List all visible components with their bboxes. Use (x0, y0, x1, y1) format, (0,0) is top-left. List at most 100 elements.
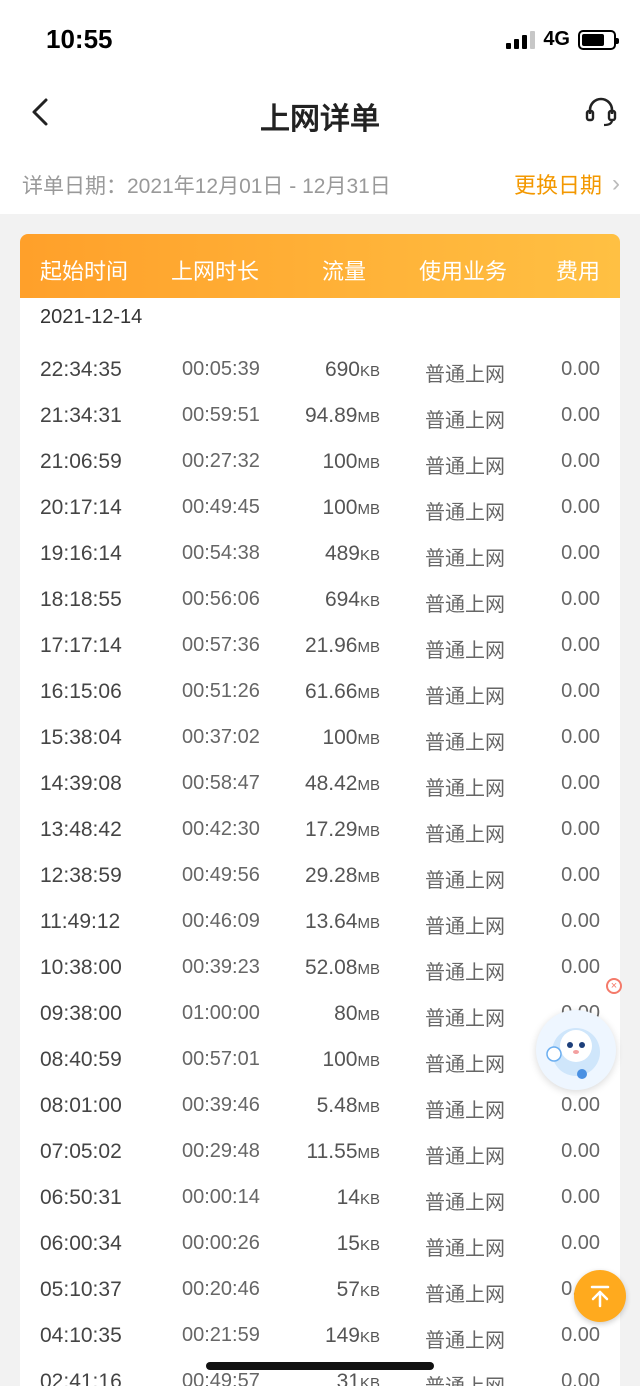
row-service: 普通上网 (425, 870, 505, 892)
table-row: 15:38:04 00:37:02 100MB 普通上网 0.00 (20, 726, 620, 772)
row-duration: 00:49:45 (182, 496, 260, 518)
row-flow-value: 61.66 (304, 680, 358, 703)
row-flow-value: 100 (322, 496, 358, 519)
battery-icon (578, 29, 619, 50)
table-row: 09:38:0001:00:0080MB普通上网0.00 (20, 1002, 620, 1048)
row-duration: 00:49:57 (182, 1370, 260, 1386)
row-flow: 5.48MB (317, 1094, 380, 1118)
row-start-time: 17:17:14 (40, 634, 122, 657)
chevron-right-icon: › (612, 170, 620, 197)
row-service: 普通上网 (425, 1054, 505, 1076)
row-duration: 00:21:59 (182, 1324, 260, 1346)
status-indicators: 4G (506, 28, 619, 51)
row-flow: 149KB (325, 1324, 380, 1348)
row-flow-value: 489 (324, 542, 360, 565)
row-flow-value: 149 (324, 1324, 360, 1347)
page-title: 上网详单 (260, 103, 380, 136)
arrow-up-icon (590, 1285, 610, 1308)
row-start-time: 10:38:00 (40, 956, 122, 979)
row-fee: 0.00 (561, 404, 600, 426)
row-fee: 0.00 (561, 1186, 600, 1208)
row-start-time: 18:18:55 (40, 588, 122, 611)
row-flow: 48.42MB (305, 772, 380, 796)
row-start-time: 04:10:35 (40, 1324, 122, 1347)
table-row: 14:39:08 00:58:47 48.42MB 普通上网 0.00 (20, 772, 620, 818)
customer-service-button[interactable] (584, 94, 618, 128)
row-flow-value: 11.55 (306, 1140, 358, 1163)
row-start-time: 06:50:31 (40, 1186, 122, 1209)
row-service: 普通上网 (425, 640, 505, 662)
row-duration: 00:27:32 (182, 450, 260, 472)
row-flow: 100MB (322, 496, 380, 520)
row-duration: 00:49:56 (182, 864, 260, 886)
row-service: 普通上网 (425, 824, 505, 846)
row-service: 普通上网 (425, 1192, 505, 1214)
row-flow-value: 690 (324, 358, 360, 381)
row-flow: 57KB (337, 1278, 380, 1302)
row-flow-value: 57 (336, 1278, 360, 1301)
row-fee: 0.00 (561, 496, 600, 518)
back-to-top-button[interactable] (574, 1270, 626, 1322)
row-start-time: 13:48:42 (40, 818, 122, 841)
row-fee: 0.00 (561, 588, 600, 610)
row-service: 普通上网 (425, 1284, 505, 1306)
row-fee: 0.00 (561, 1094, 600, 1116)
row-duration: 00:54:38 (182, 542, 260, 564)
table-row: 05:10:3700:20:4657KB普通上网0.00 (20, 1278, 620, 1324)
row-flow-unit: MB (357, 1007, 381, 1024)
row-flow-value: 100 (322, 450, 358, 473)
row-start-time: 02:41:16 (40, 1370, 122, 1386)
close-icon[interactable]: × (606, 978, 622, 994)
row-flow: 31KB (337, 1370, 380, 1386)
table-row: 21:34:31 00:59:51 94.89MB 普通上网 0.00 (20, 404, 620, 450)
row-duration: 01:00:00 (182, 1002, 260, 1024)
headset-icon (585, 97, 617, 127)
row-start-time: 16:15:06 (40, 680, 122, 703)
row-flow-value: 100 (322, 1048, 358, 1071)
row-fee: 0.00 (561, 450, 600, 472)
mascot-5g-icon[interactable] (536, 1010, 616, 1090)
row-duration: 00:20:46 (182, 1278, 260, 1300)
usage-detail-table[interactable]: 起始时间 上网时长 流量 使用业务 费用 2021-12-14 22:34:35… (20, 234, 620, 1386)
header-start-time: 起始时间 (40, 259, 129, 284)
table-header: 起始时间 上网时长 流量 使用业务 费用 (20, 234, 620, 298)
row-flow-unit: MB (357, 915, 381, 932)
row-fee: 0.00 (561, 864, 600, 886)
group-date: 2021-12-14 (40, 306, 143, 328)
row-flow-unit: MB (357, 501, 381, 518)
home-indicator (206, 1362, 434, 1370)
row-flow: 100MB (322, 450, 380, 474)
network-type: 4G (543, 28, 570, 50)
row-start-time: 22:34:35 (40, 358, 122, 381)
row-flow-value: 14 (336, 1186, 360, 1209)
table-row: 06:50:31 00:00:14 14KB 普通上网 0.00 (20, 1186, 620, 1232)
row-flow: 489KB (325, 542, 380, 566)
row-flow-value: 13.64 (304, 910, 358, 933)
row-service: 普通上网 (425, 1370, 505, 1386)
mascot-illustration (546, 1028, 600, 1079)
row-start-time: 20:17:14 (40, 496, 122, 519)
row-start-time: 19:16:14 (40, 542, 122, 565)
row-fee: 0.00 (561, 1324, 600, 1346)
row-service: 普通上网 (425, 410, 505, 432)
row-start-time: 09:38:00 (40, 1002, 122, 1025)
change-date-button[interactable]: 更换日期 › (514, 168, 620, 200)
table-row: 20:17:14 00:49:45 100MB 普通上网 0.00 (20, 496, 620, 542)
row-flow-unit: KB (359, 1237, 380, 1254)
row-duration: 00:42:30 (182, 818, 260, 840)
row-fee: 0.00 (561, 1140, 600, 1162)
status-time: 10:55 (46, 24, 113, 54)
table-row: 08:01:00 00:39:46 5.48MB 普通上网 0.00 (20, 1094, 620, 1140)
row-flow-value: 100 (322, 726, 358, 749)
table-row: 08:40:5900:57:01100MB普通上网0.00 (20, 1048, 620, 1094)
row-flow-unit: KB (359, 363, 380, 380)
nav-bar: 上网详单 (0, 78, 640, 148)
date-range-bar: 详单日期：2021年12月01日 - 12月31日 更换日期 › (0, 148, 640, 214)
row-fee: 0.00 (561, 358, 600, 380)
row-flow-unit: MB (357, 455, 381, 472)
row-flow-unit: MB (357, 1145, 381, 1162)
row-service: 普通上网 (425, 962, 505, 984)
row-start-time: 06:00:34 (40, 1232, 122, 1255)
row-flow-unit: MB (357, 409, 381, 426)
row-flow: 15KB (337, 1232, 380, 1256)
